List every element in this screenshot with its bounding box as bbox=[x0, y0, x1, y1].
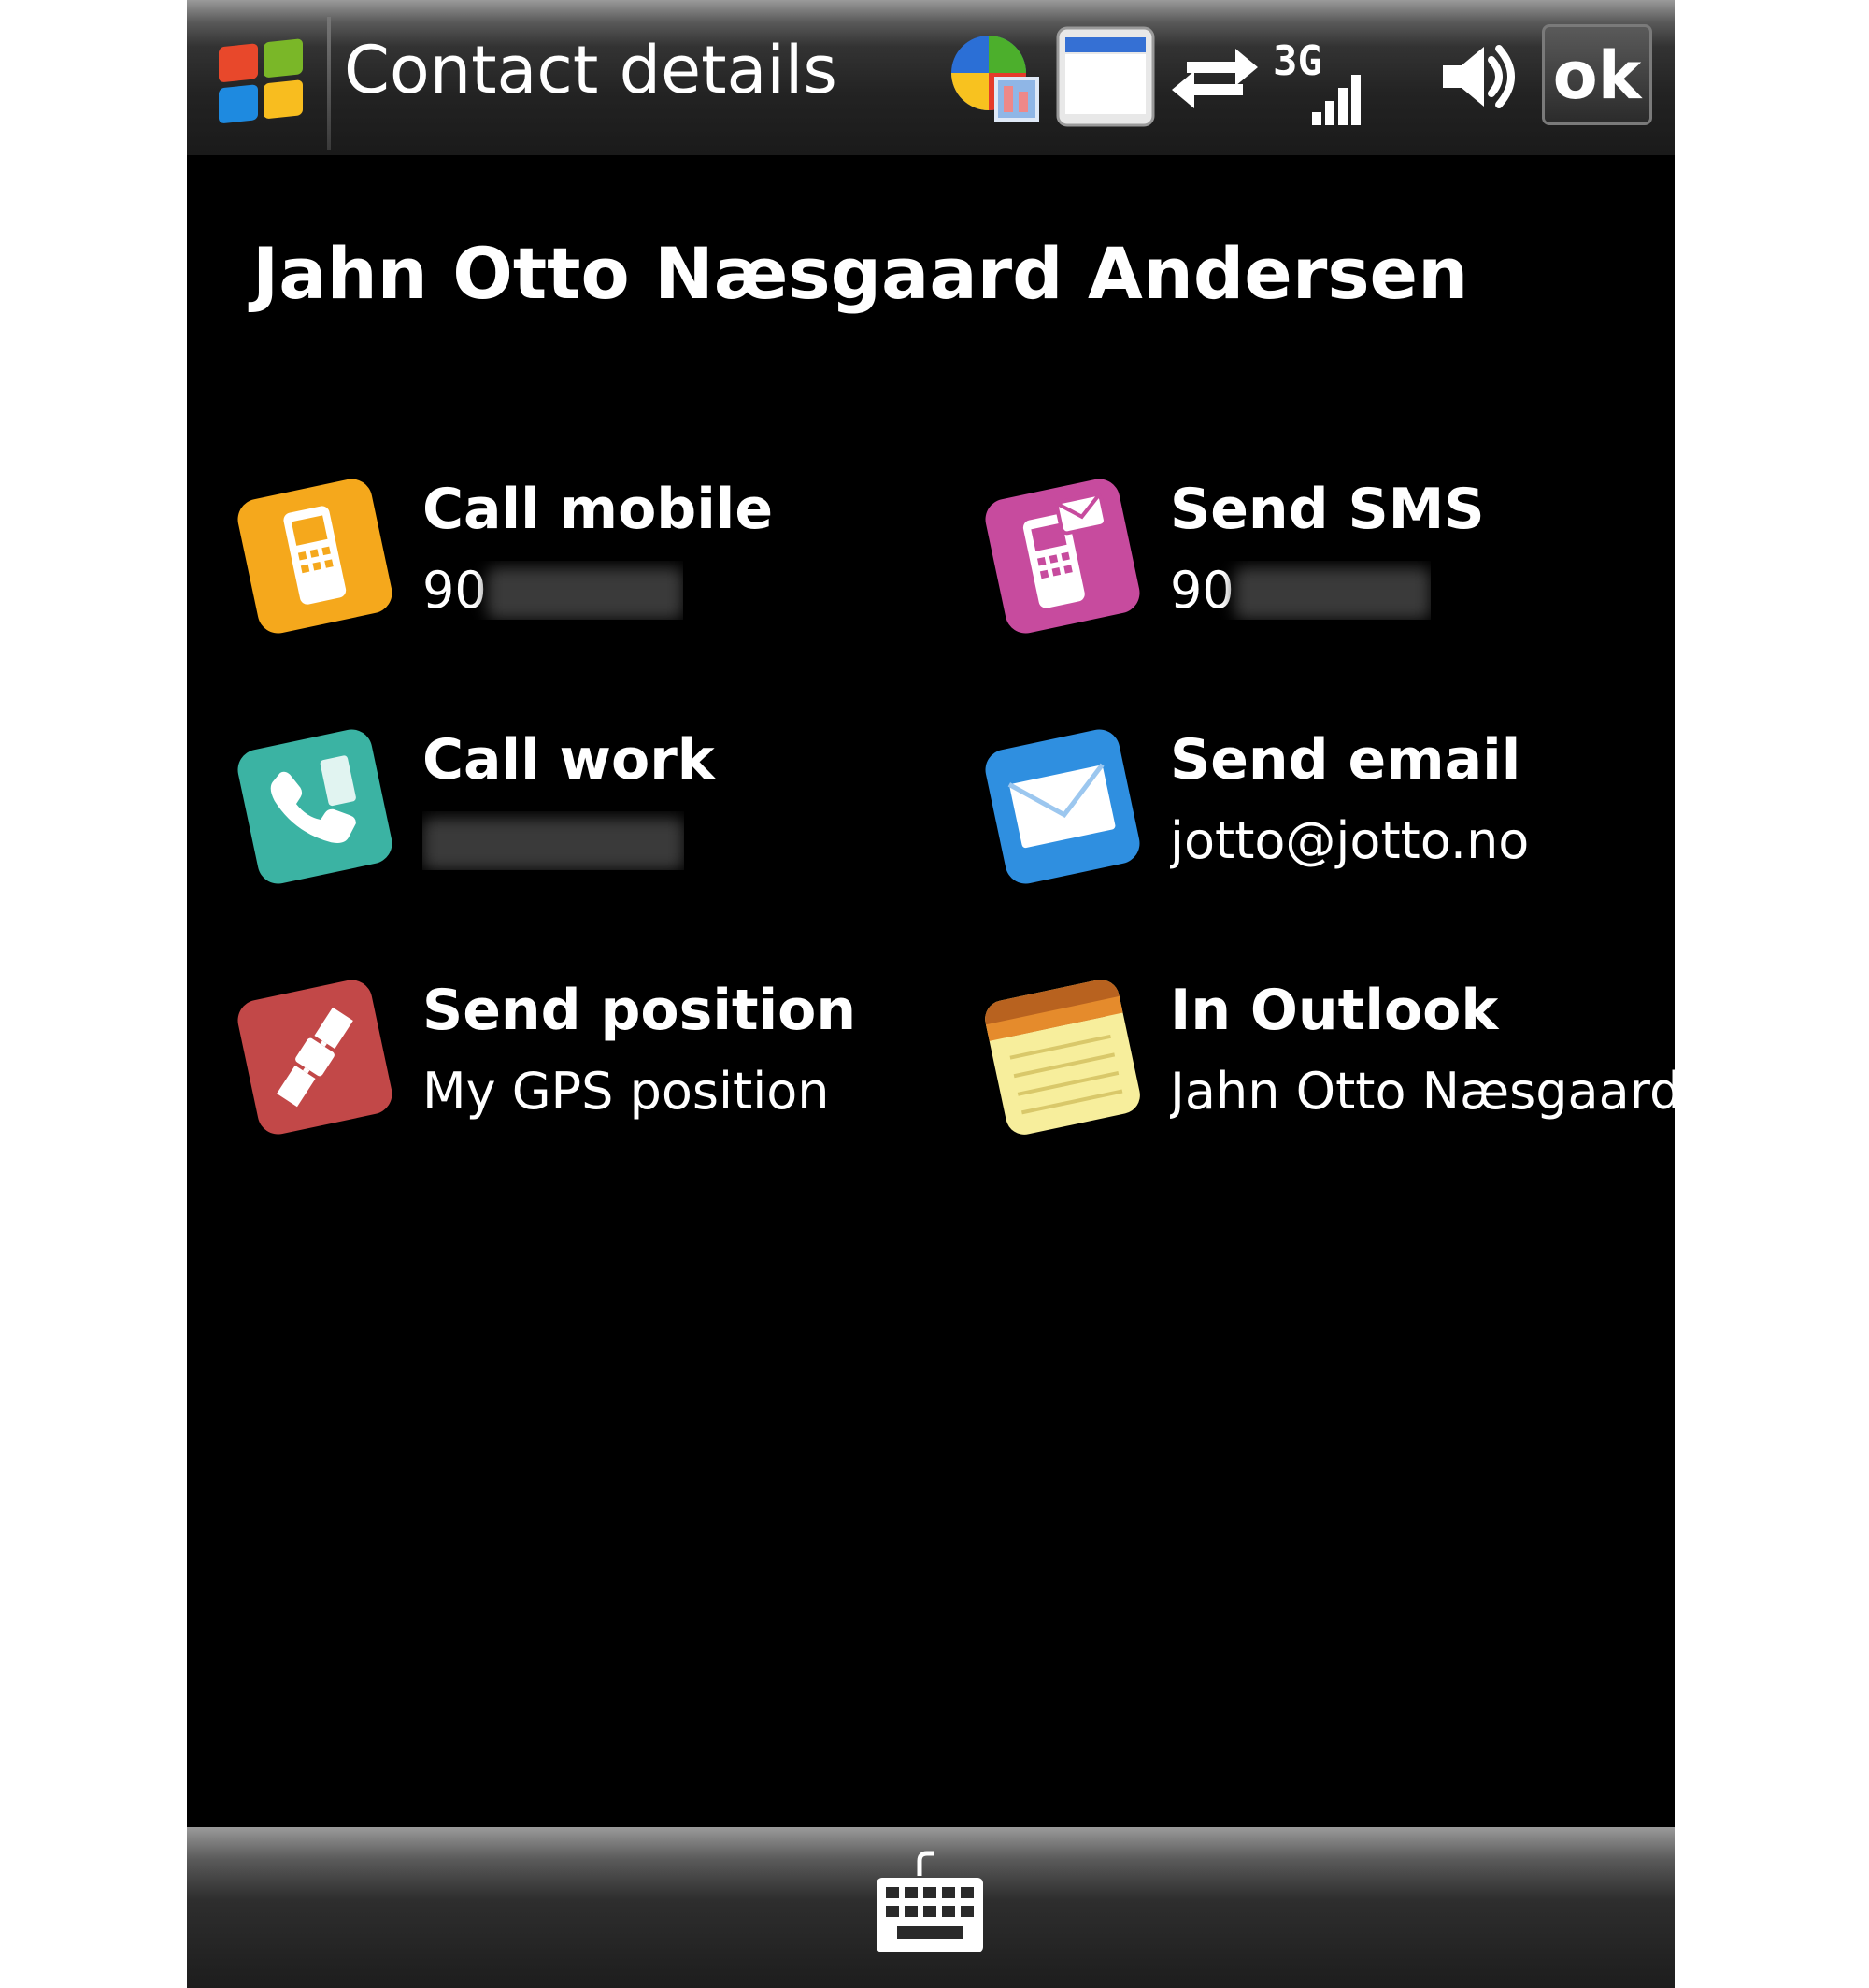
volume-icon[interactable] bbox=[1430, 32, 1523, 122]
action-label: Call mobile bbox=[422, 477, 774, 542]
action-value: My GPS position bbox=[422, 1062, 830, 1121]
redacted-number bbox=[422, 818, 684, 871]
today-plugin-icon[interactable] bbox=[944, 26, 1047, 129]
call-work-action[interactable]: Call work bbox=[226, 718, 936, 905]
satellite-icon bbox=[237, 980, 392, 1135]
action-label: In Outlook bbox=[1170, 978, 1499, 1043]
envelope-icon bbox=[985, 729, 1140, 884]
sms-phone-icon bbox=[985, 479, 1140, 634]
redacted-number bbox=[1234, 567, 1431, 621]
title-bar: Contact details 3G ok bbox=[187, 0, 1675, 155]
send-email-action[interactable]: Send email jotto@jotto.no bbox=[974, 718, 1675, 905]
action-label: Send SMS bbox=[1170, 477, 1485, 542]
redacted-number bbox=[486, 567, 683, 621]
desk-phone-icon bbox=[237, 729, 392, 884]
softkey-bar bbox=[187, 1827, 1675, 1988]
sync-arrows-icon[interactable] bbox=[1168, 36, 1262, 122]
windows-start-icon[interactable] bbox=[206, 28, 316, 129]
action-value: 90 bbox=[1170, 561, 1431, 621]
action-label: Send position bbox=[422, 978, 857, 1043]
ok-button[interactable]: ok bbox=[1542, 24, 1652, 125]
mobile-phone-icon bbox=[237, 479, 392, 634]
window-icon[interactable] bbox=[1054, 24, 1157, 129]
keyboard-icon[interactable] bbox=[869, 1848, 991, 1960]
phone-screen: Contact details 3G ok Jahn Otto Næsgaard… bbox=[187, 0, 1675, 1988]
app-title: Contact details bbox=[344, 32, 837, 108]
sms-number-prefix: 90 bbox=[1170, 561, 1234, 620]
action-label: Call work bbox=[422, 727, 715, 793]
mobile-number-prefix: 90 bbox=[422, 561, 487, 620]
send-position-action[interactable]: Send position My GPS position bbox=[226, 968, 936, 1155]
contact-name: Jahn Otto Næsgaard Andersen bbox=[252, 232, 1469, 315]
action-label: Send email bbox=[1170, 727, 1521, 793]
send-sms-action[interactable]: Send SMS 90 bbox=[974, 467, 1675, 654]
in-outlook-action[interactable]: In Outlook Jahn Otto Næsgaard bbox=[974, 968, 1675, 1155]
action-value bbox=[422, 811, 684, 871]
action-value: 90 bbox=[422, 561, 683, 621]
email-address: jotto@jotto.no bbox=[1170, 811, 1530, 870]
title-divider bbox=[327, 17, 331, 150]
notepad-icon bbox=[985, 980, 1140, 1135]
call-mobile-action[interactable]: Call mobile 90 bbox=[226, 467, 936, 654]
signal-3g-icon[interactable]: 3G bbox=[1269, 28, 1363, 131]
svg-text:3G: 3G bbox=[1273, 37, 1322, 85]
action-value: Jahn Otto Næsgaard bbox=[1170, 1062, 1675, 1121]
